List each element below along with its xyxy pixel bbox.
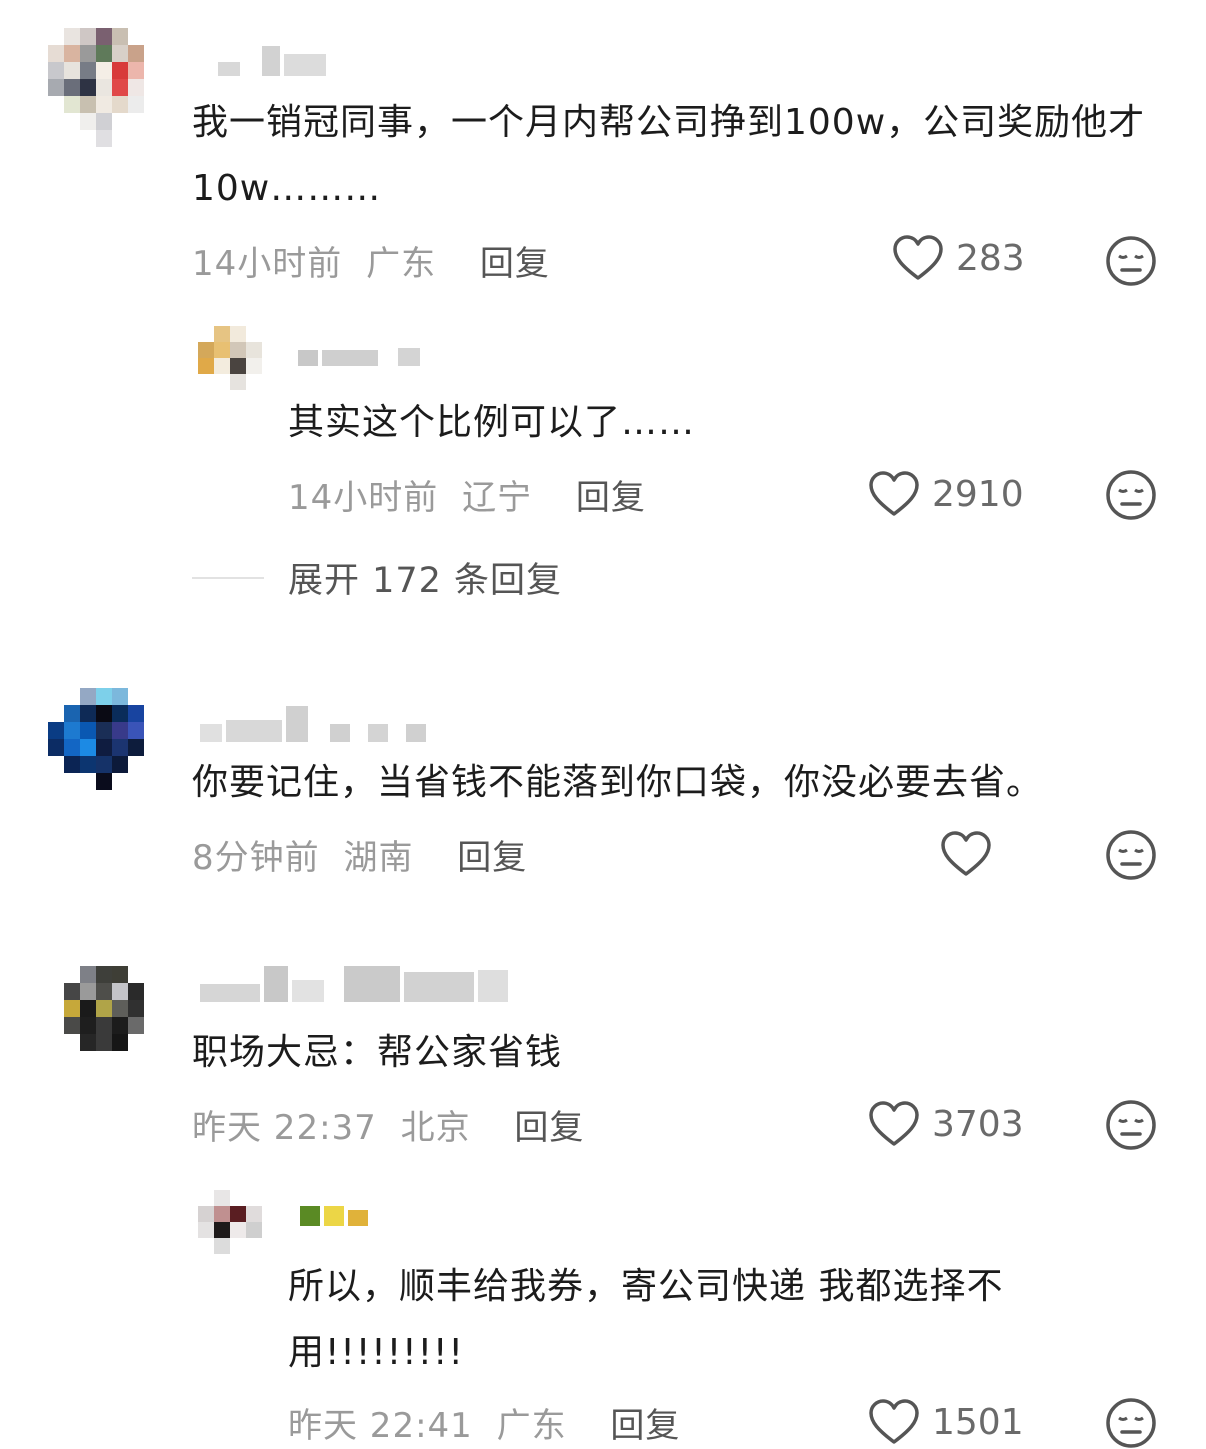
like-count: 283 <box>956 237 1025 279</box>
comment-time: 8分钟前 <box>192 838 320 878</box>
reply-meta: 14小时前 辽宁 回复 <box>288 470 646 519</box>
expand-replies-button[interactable]: 展开 172 条回复 <box>192 552 562 603</box>
comment-time: 14小时前 <box>192 244 343 284</box>
reply-location: 广东 <box>496 1406 567 1446</box>
like-count: 2910 <box>932 473 1024 515</box>
expand-replies-label: 展开 172 条回复 <box>288 561 563 601</box>
divider <box>192 576 264 579</box>
reply-meta: 昨天 22:41 广东 回复 <box>288 1398 680 1447</box>
heart-outline-icon <box>869 1399 919 1444</box>
comment-meta: 14小时前 广东 回复 <box>192 236 550 285</box>
avatar[interactable] <box>48 966 160 1086</box>
reply-button[interactable]: 回复 <box>610 1406 680 1446</box>
like-count: 1501 <box>932 1401 1024 1443</box>
heart-outline-icon <box>869 1101 919 1146</box>
neutral-face-icon[interactable] <box>1105 235 1157 287</box>
comment-time: 昨天 22:37 <box>192 1108 377 1148</box>
like-button[interactable]: 3703 <box>868 1100 1024 1148</box>
neutral-face-icon[interactable] <box>1105 829 1157 881</box>
avatar[interactable] <box>48 28 160 148</box>
like-button[interactable]: 1501 <box>868 1398 1024 1446</box>
reply-button[interactable]: 回复 <box>576 478 646 518</box>
like-button[interactable]: 283 <box>892 234 1025 282</box>
reply-button[interactable]: 回复 <box>480 244 550 284</box>
reply-username-blurred[interactable] <box>298 348 420 366</box>
avatar[interactable] <box>48 688 160 808</box>
reply-avatar[interactable] <box>198 326 278 390</box>
reply-button[interactable]: 回复 <box>457 838 527 878</box>
comment-location: 广东 <box>366 244 437 284</box>
reply-time: 昨天 22:41 <box>288 1406 473 1446</box>
comment-location: 北京 <box>400 1108 471 1148</box>
like-count: 3703 <box>932 1103 1024 1145</box>
reply-time: 14小时前 <box>288 478 439 518</box>
comment-text: 你要记住，当省钱不能落到你口袋，你没必要去省。 <box>192 762 1044 803</box>
reply-location: 辽宁 <box>462 478 533 518</box>
username-blurred[interactable] <box>218 46 326 76</box>
username-blurred[interactable] <box>200 966 508 1002</box>
reply-avatar[interactable] <box>198 1190 278 1254</box>
neutral-face-icon[interactable] <box>1105 1397 1157 1449</box>
comment-meta: 8分钟前 湖南 回复 <box>192 830 527 879</box>
heart-outline-icon <box>941 831 991 876</box>
like-button[interactable]: 2910 <box>868 470 1024 518</box>
heart-outline-icon <box>869 471 919 516</box>
comment-location: 湖南 <box>343 838 414 878</box>
reply-text: 其实这个比例可以了…… <box>288 402 696 443</box>
comment-text: 我一销冠同事，一个月内帮公司挣到100w，公司奖励他才10w……… <box>192 102 1146 209</box>
username-blurred[interactable] <box>200 706 426 742</box>
reply-button[interactable]: 回复 <box>514 1108 584 1148</box>
like-button[interactable] <box>940 830 1004 878</box>
comment-meta: 昨天 22:37 北京 回复 <box>192 1100 584 1149</box>
reply-username-blurred[interactable] <box>300 1206 368 1226</box>
comment-text: 职场大忌：帮公家省钱 <box>192 1032 563 1073</box>
heart-outline-icon <box>893 235 943 280</box>
neutral-face-icon[interactable] <box>1105 469 1157 521</box>
neutral-face-icon[interactable] <box>1105 1099 1157 1151</box>
reply-text: 所以，顺丰给我券，寄公司快递 我都选择不用!!!!!!!!! <box>288 1266 1004 1373</box>
